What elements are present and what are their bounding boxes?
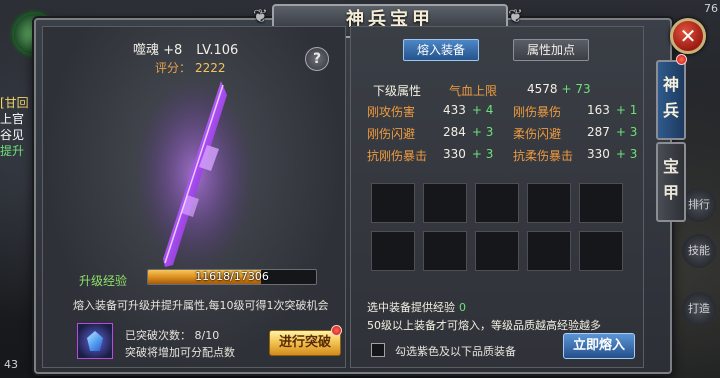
side-tab-treasure-armor[interactable]: 宝 甲 xyxy=(656,142,686,222)
equipment-slot-grid xyxy=(371,183,627,283)
breakthrough-gem-slot[interactable] xyxy=(77,323,113,359)
attr-row: 刚攻伤害 433 + 4 刚伤暴伤 163 + 1 xyxy=(351,103,643,121)
side-tab-char: 兵 xyxy=(662,101,679,120)
skill-button[interactable]: 技能 xyxy=(682,234,716,268)
help-button[interactable]: ? xyxy=(305,47,329,71)
smelt-panel: 熔入装备 属性加点 下级属性 气血上限 4578 + 73 刚攻伤害 433 + 4… xyxy=(350,26,644,368)
sword-icon xyxy=(135,77,255,273)
equipment-slot[interactable] xyxy=(579,231,623,271)
side-tab-char: 甲 xyxy=(662,183,679,202)
breakthrough-count: 已突破次数： 8/10 xyxy=(125,329,220,342)
hp-plus: + 73 xyxy=(561,82,591,96)
notification-dot xyxy=(331,325,342,336)
attr-value: 433 + 4 xyxy=(443,103,494,117)
smelt-now-button[interactable]: 立即熔入 xyxy=(563,333,635,359)
equipment-slot[interactable] xyxy=(371,183,415,223)
rank-button[interactable]: 排行 xyxy=(682,188,716,222)
exp-progress-bar: 11618/17306 xyxy=(147,269,317,285)
tab-smelt-equipment[interactable]: 熔入装备 xyxy=(403,39,479,61)
item-name: 噬魂 +8 xyxy=(133,43,183,58)
attr-name: 抗刚伤暴击 xyxy=(367,149,428,163)
attr-name: 刚伤暴伤 xyxy=(513,105,562,119)
item-level: LV.106 xyxy=(196,43,239,58)
exp-progress-text: 11618/17306 xyxy=(195,270,269,283)
attr-row: 抗刚伤暴击 330 + 3 抗柔伤暴击 330 + 3 xyxy=(351,147,643,165)
score-value: 2222 xyxy=(195,61,226,75)
breakthrough-description: 突破将增加可分配点数 xyxy=(125,346,235,359)
forge-button[interactable]: 打造 xyxy=(682,292,716,326)
side-tab-notification-dot xyxy=(676,54,687,65)
side-tab-divine-weapon[interactable]: 神 兵 xyxy=(656,60,686,140)
divine-armory-window: ❦ 神兵宝甲 ❦ ✕ 噬魂 +8 LV.106 评分： 2222 ? 升级经验 … xyxy=(34,4,706,374)
equipment-slot[interactable] xyxy=(579,183,623,223)
exp-label: 升级经验 xyxy=(79,274,128,288)
attr-value: 330 + 3 xyxy=(587,147,638,161)
hp-value: 4578 xyxy=(527,82,558,96)
smelt-rule-text: 50级以上装备才可熔入，等级品质越高经验越多 xyxy=(367,319,601,332)
score-label: 评分： xyxy=(155,61,192,75)
provided-exp: 选中装备提供经验 0 xyxy=(367,299,466,315)
attr-value: 287 + 3 xyxy=(587,125,638,139)
equipment-slot[interactable] xyxy=(371,231,415,271)
attr-name: 刚攻伤害 xyxy=(367,105,416,119)
smelt-description: 熔入装备可升级并提升属性,每10级可得1次突破机会 xyxy=(73,299,329,312)
equipment-slot[interactable] xyxy=(527,183,571,223)
hp-value-row: 4578 + 73 xyxy=(527,82,591,96)
hud-right-top-value: 76 xyxy=(704,2,718,15)
help-icon: ? xyxy=(312,51,322,67)
attr-name: 柔伤闪避 xyxy=(513,127,562,141)
next-level-label: 下级属性 xyxy=(373,84,422,98)
equipment-slot[interactable] xyxy=(423,183,467,223)
equipment-slot[interactable] xyxy=(475,231,519,271)
item-score: 评分： 2222 xyxy=(155,59,226,76)
select-purple-checkbox[interactable] xyxy=(371,343,385,357)
item-header: 噬魂 +8 LV.106 xyxy=(133,39,238,58)
attr-name: 刚伤闪避 xyxy=(367,127,416,141)
weapon-panel: 噬魂 +8 LV.106 评分： 2222 ? 升级经验 11618/17306… xyxy=(42,26,346,368)
attr-name: 抗柔伤暴击 xyxy=(513,149,574,163)
attr-value: 163 + 1 xyxy=(587,103,638,117)
side-tab-char: 神 xyxy=(662,75,679,94)
provided-exp-value: 0 xyxy=(459,301,466,314)
tab-attribute-points[interactable]: 属性加点 xyxy=(513,39,589,61)
provided-exp-label: 选中装备提供经验 xyxy=(367,301,455,314)
equipment-slot[interactable] xyxy=(475,183,519,223)
equipment-slot[interactable] xyxy=(423,231,467,271)
attr-row: 刚伤闪避 284 + 3 柔伤闪避 287 + 3 xyxy=(351,125,643,143)
breakthrough-button[interactable]: 进行突破 xyxy=(269,330,341,356)
hp-label: 气血上限 xyxy=(449,84,498,98)
hud-percent: 43 xyxy=(4,358,18,371)
attr-value: 330 + 3 xyxy=(443,147,494,161)
close-button[interactable]: ✕ xyxy=(670,18,706,54)
select-purple-label: 勾选紫色及以下品质装备 xyxy=(395,345,516,358)
close-icon: ✕ xyxy=(679,24,697,48)
attr-value: 284 + 3 xyxy=(443,125,494,139)
side-tab-char: 宝 xyxy=(662,157,679,176)
gem-icon xyxy=(87,331,103,351)
equipment-slot[interactable] xyxy=(527,231,571,271)
